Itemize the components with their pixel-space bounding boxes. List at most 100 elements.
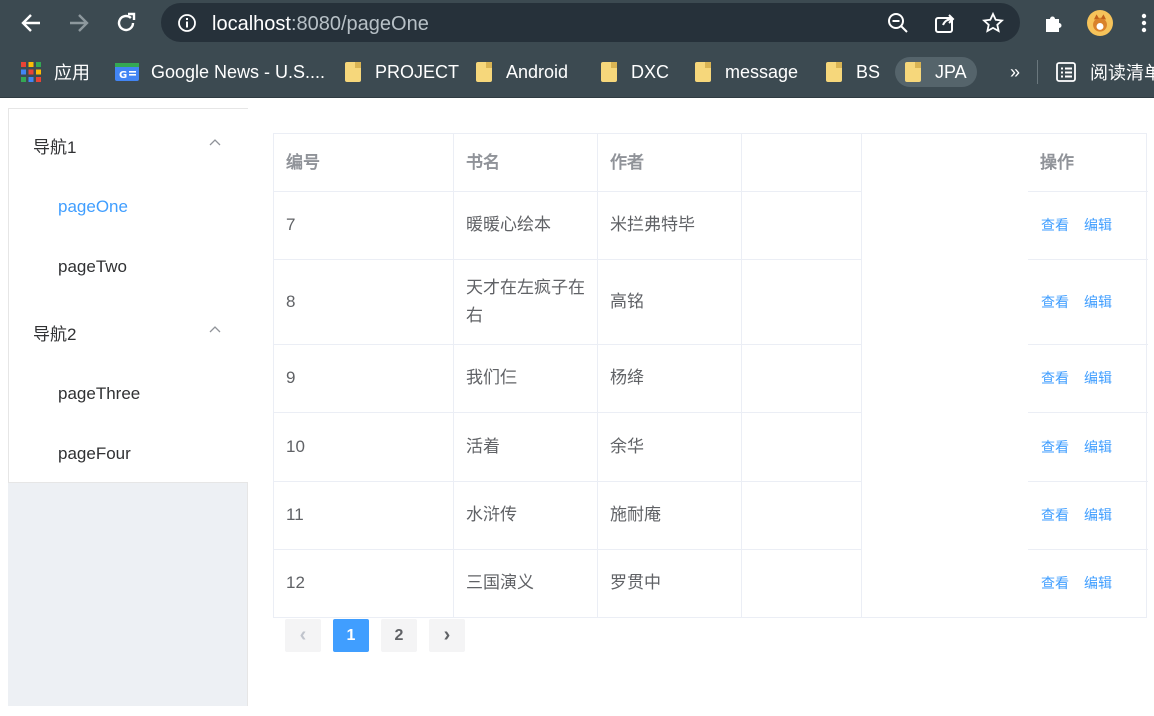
column-header-actions: 操作 — [1040, 153, 1074, 172]
column-header-id: 编号 — [286, 153, 320, 172]
bookmark-apps[interactable]: 应用 — [21, 57, 90, 87]
cell-name: 我们仨 — [466, 368, 517, 387]
next-page-button[interactable]: › — [429, 619, 465, 652]
cell-name: 水浒传 — [466, 505, 517, 524]
edit-link[interactable]: 编辑 — [1084, 437, 1112, 457]
folder-icon — [601, 62, 617, 82]
sidebar: 导航1 pageOne pageTwo 导航2 pageThree pageFo… — [8, 108, 248, 706]
extensions-puzzle-icon[interactable] — [1041, 10, 1067, 36]
bookmarks-divider — [1037, 60, 1038, 84]
cell-name: 暖暖心绘本 — [466, 215, 551, 234]
url-host: localhost — [212, 13, 291, 35]
arrow-right-icon — [70, 14, 89, 32]
chevron-up-icon[interactable] — [209, 324, 221, 336]
cell-actions: 查看 编辑 — [1041, 191, 1127, 259]
bookmark-label: BS — [856, 61, 881, 82]
reload-icon — [117, 12, 136, 32]
site-info-icon[interactable] — [176, 12, 198, 34]
page-number-2[interactable]: 2 — [381, 619, 417, 652]
bookmark-label: Google News - U.S.... — [151, 61, 326, 82]
menu-item-pagethree[interactable]: pageThree — [58, 384, 140, 404]
view-link[interactable]: 查看 — [1041, 292, 1069, 312]
edit-link[interactable]: 编辑 — [1084, 292, 1112, 312]
edit-link[interactable]: 编辑 — [1084, 215, 1112, 235]
cell-actions: 查看 编辑 — [1041, 481, 1127, 549]
cell-name: 天才在左疯子在右 — [466, 277, 585, 325]
page-content: 导航1 pageOne pageTwo 导航2 pageThree pageFo… — [0, 98, 1154, 716]
menu-item-pagetwo[interactable]: pageTwo — [58, 257, 127, 277]
svg-text:G: G — [119, 70, 127, 81]
folder-icon — [826, 62, 842, 82]
edit-link[interactable]: 编辑 — [1084, 368, 1112, 388]
bookmark-label: JPA — [935, 61, 967, 82]
bookmarks-overflow-button[interactable]: » — [1010, 57, 1020, 87]
cell-name: 活着 — [466, 436, 500, 456]
page-number-1[interactable]: 1 — [333, 619, 369, 652]
column-header-name: 书名 — [466, 153, 500, 172]
cell-actions: 查看 编辑 — [1041, 549, 1127, 617]
apps-grid-icon — [21, 62, 41, 82]
nav-menu: 导航1 pageOne pageTwo 导航2 pageThree pageFo… — [8, 108, 248, 483]
chevron-up-icon[interactable] — [209, 137, 221, 149]
view-link[interactable]: 查看 — [1041, 573, 1069, 593]
reading-list-icon — [1056, 62, 1076, 82]
bookmarks-bar: 应用 G Google News - U.S.... PROJECT Andro… — [0, 46, 1154, 98]
prev-page-button[interactable]: ‹ — [285, 619, 321, 652]
profile-avatar[interactable] — [1087, 10, 1113, 36]
menu-item-pageone[interactable]: pageOne — [58, 197, 128, 217]
reading-list-button[interactable]: 阅读清单 — [1056, 57, 1154, 87]
cell-id: 9 — [286, 368, 296, 387]
reload-button[interactable] — [111, 8, 141, 38]
cell-author: 施耐庵 — [610, 505, 661, 524]
folder-icon — [695, 62, 711, 82]
cell-id: 8 — [286, 291, 296, 311]
cell-author: 罗贯中 — [610, 573, 661, 592]
bookmark-android[interactable]: Android — [476, 57, 568, 87]
bookmark-label: PROJECT — [375, 61, 460, 82]
cell-actions: 查看 编辑 — [1041, 412, 1127, 481]
bookmark-label: 应用 — [54, 63, 90, 83]
cell-actions: 查看 编辑 — [1041, 344, 1127, 412]
address-bar[interactable]: localhost:8080/pageOne — [161, 3, 1020, 42]
edit-link[interactable]: 编辑 — [1084, 573, 1112, 593]
cell-author: 杨绛 — [610, 368, 644, 387]
folder-icon — [345, 62, 361, 82]
bookmark-label: Android — [506, 61, 569, 82]
books-table: 编号 书名 作者 操作 7 暖暖心绘本 米拦弗特毕 查看 编辑 8 天才在左疯子… — [273, 133, 1148, 618]
forward-button[interactable] — [64, 8, 94, 38]
share-icon[interactable] — [934, 12, 956, 34]
bookmark-dxc[interactable]: DXC — [601, 57, 669, 87]
bookmark-message[interactable]: message — [695, 57, 798, 87]
bookmark-star-icon[interactable] — [982, 12, 1004, 34]
column-header-empty — [862, 134, 1028, 191]
more-menu-icon[interactable] — [1137, 10, 1151, 36]
folder-icon — [905, 62, 921, 82]
bookmark-label: message — [725, 61, 799, 82]
bookmark-project[interactable]: PROJECT — [345, 57, 459, 87]
bookmark-label: DXC — [631, 61, 670, 82]
bookmark-google-news[interactable]: G Google News - U.S.... — [115, 57, 325, 87]
cell-id: 12 — [286, 573, 305, 592]
view-link[interactable]: 查看 — [1041, 215, 1069, 235]
view-link[interactable]: 查看 — [1041, 368, 1069, 388]
url-text: localhost:8080/pageOne — [212, 13, 429, 36]
edit-link[interactable]: 编辑 — [1084, 505, 1112, 525]
submenu-title-nav1[interactable]: 导航1 — [33, 133, 76, 158]
folder-icon — [476, 62, 492, 82]
url-path: :8080/pageOne — [290, 13, 429, 35]
google-news-icon: G — [115, 63, 139, 81]
view-link[interactable]: 查看 — [1041, 505, 1069, 525]
bookmark-bs[interactable]: BS — [826, 57, 880, 87]
submenu-title-nav2[interactable]: 导航2 — [33, 320, 76, 345]
menu-item-pagefour[interactable]: pageFour — [58, 444, 131, 464]
view-link[interactable]: 查看 — [1041, 437, 1069, 457]
cell-id: 7 — [286, 215, 296, 234]
arrow-left-icon — [21, 14, 40, 32]
bookmark-jpa[interactable]: JPA — [895, 57, 977, 87]
cell-author: 米拦弗特毕 — [610, 215, 695, 234]
column-header-author: 作者 — [610, 153, 644, 172]
column-divider — [861, 134, 862, 617]
cell-author: 余华 — [610, 436, 644, 456]
back-button[interactable] — [16, 8, 46, 38]
zoom-icon[interactable] — [887, 12, 909, 34]
